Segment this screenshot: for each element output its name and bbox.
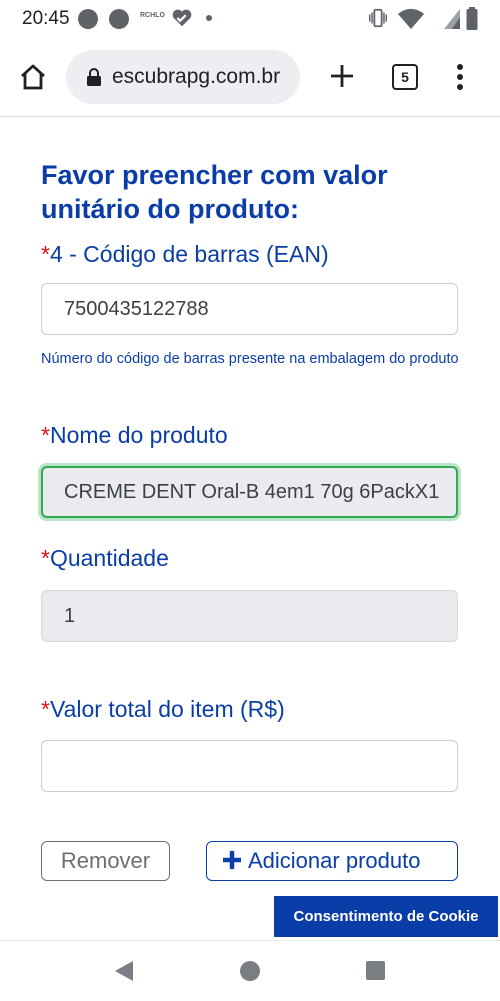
product-name-input[interactable]: CREME DENT Oral-B 4em1 70g 6PackX1 (41, 466, 458, 518)
back-icon[interactable] (114, 960, 134, 982)
home-nav-icon[interactable] (240, 961, 260, 981)
barcode-input[interactable]: 7500435122788 (41, 283, 458, 335)
navigation-bar (0, 940, 500, 1001)
plus-icon (223, 851, 241, 869)
quantity-label-text: Quantidade (49, 545, 169, 571)
form-title: Favor preencher com valor unitário do pr… (41, 160, 388, 224)
product-name-label-text: Nome do produto (49, 422, 228, 448)
barcode-help-text: Número do código de barras presente na e… (41, 351, 459, 367)
notification-dot-icon (78, 9, 98, 29)
signal-icon (444, 9, 460, 29)
more-menu-icon[interactable] (452, 62, 468, 92)
page-content: Favor preencher com valor unitário do pr… (0, 117, 500, 939)
battery-icon (466, 7, 478, 30)
home-icon[interactable] (18, 62, 48, 92)
notification-dot-icon (109, 9, 129, 29)
barcode-label-text: 4 - Código de barras (EAN) (49, 241, 329, 267)
product-name-label: *Nome do produto (41, 422, 228, 449)
vibrate-icon (369, 8, 387, 28)
total-value-input[interactable] (41, 740, 458, 792)
new-tab-icon[interactable] (328, 62, 356, 90)
notification-app-label: RCHLO (140, 12, 165, 19)
heart-badge-icon (172, 9, 192, 27)
remove-button[interactable]: Remover (41, 841, 170, 881)
total-value-label: *Valor total do item (R$) (41, 696, 285, 723)
lock-icon (87, 68, 101, 86)
add-product-button[interactable]: Adicionar produto (206, 841, 458, 881)
cookie-consent-button[interactable]: Consentimento de Cookie (274, 896, 498, 937)
add-product-label: Adicionar produto (248, 848, 421, 873)
recent-apps-icon[interactable] (366, 961, 385, 980)
url-text: escubrapg.com.br (112, 65, 281, 88)
tab-switcher-button[interactable]: 5 (392, 64, 418, 90)
required-marker: * (41, 545, 50, 571)
total-value-label-text: Valor total do item (R$) (49, 696, 285, 722)
quantity-label: *Quantidade (41, 545, 169, 572)
required-marker: * (41, 241, 50, 267)
status-time: 20:45 (22, 8, 70, 29)
wifi-icon (398, 8, 424, 29)
address-bar[interactable]: escubrapg.com.br (66, 50, 300, 104)
quantity-input[interactable]: 1 (41, 590, 458, 642)
required-marker: * (41, 696, 50, 722)
browser-toolbar: escubrapg.com.br 5 (0, 40, 500, 117)
more-notifications-dot-icon (206, 15, 212, 21)
status-bar: 20:45 RCHLO (0, 0, 500, 40)
barcode-label: *4 - Código de barras (EAN) (41, 241, 329, 268)
required-marker: * (41, 422, 50, 448)
